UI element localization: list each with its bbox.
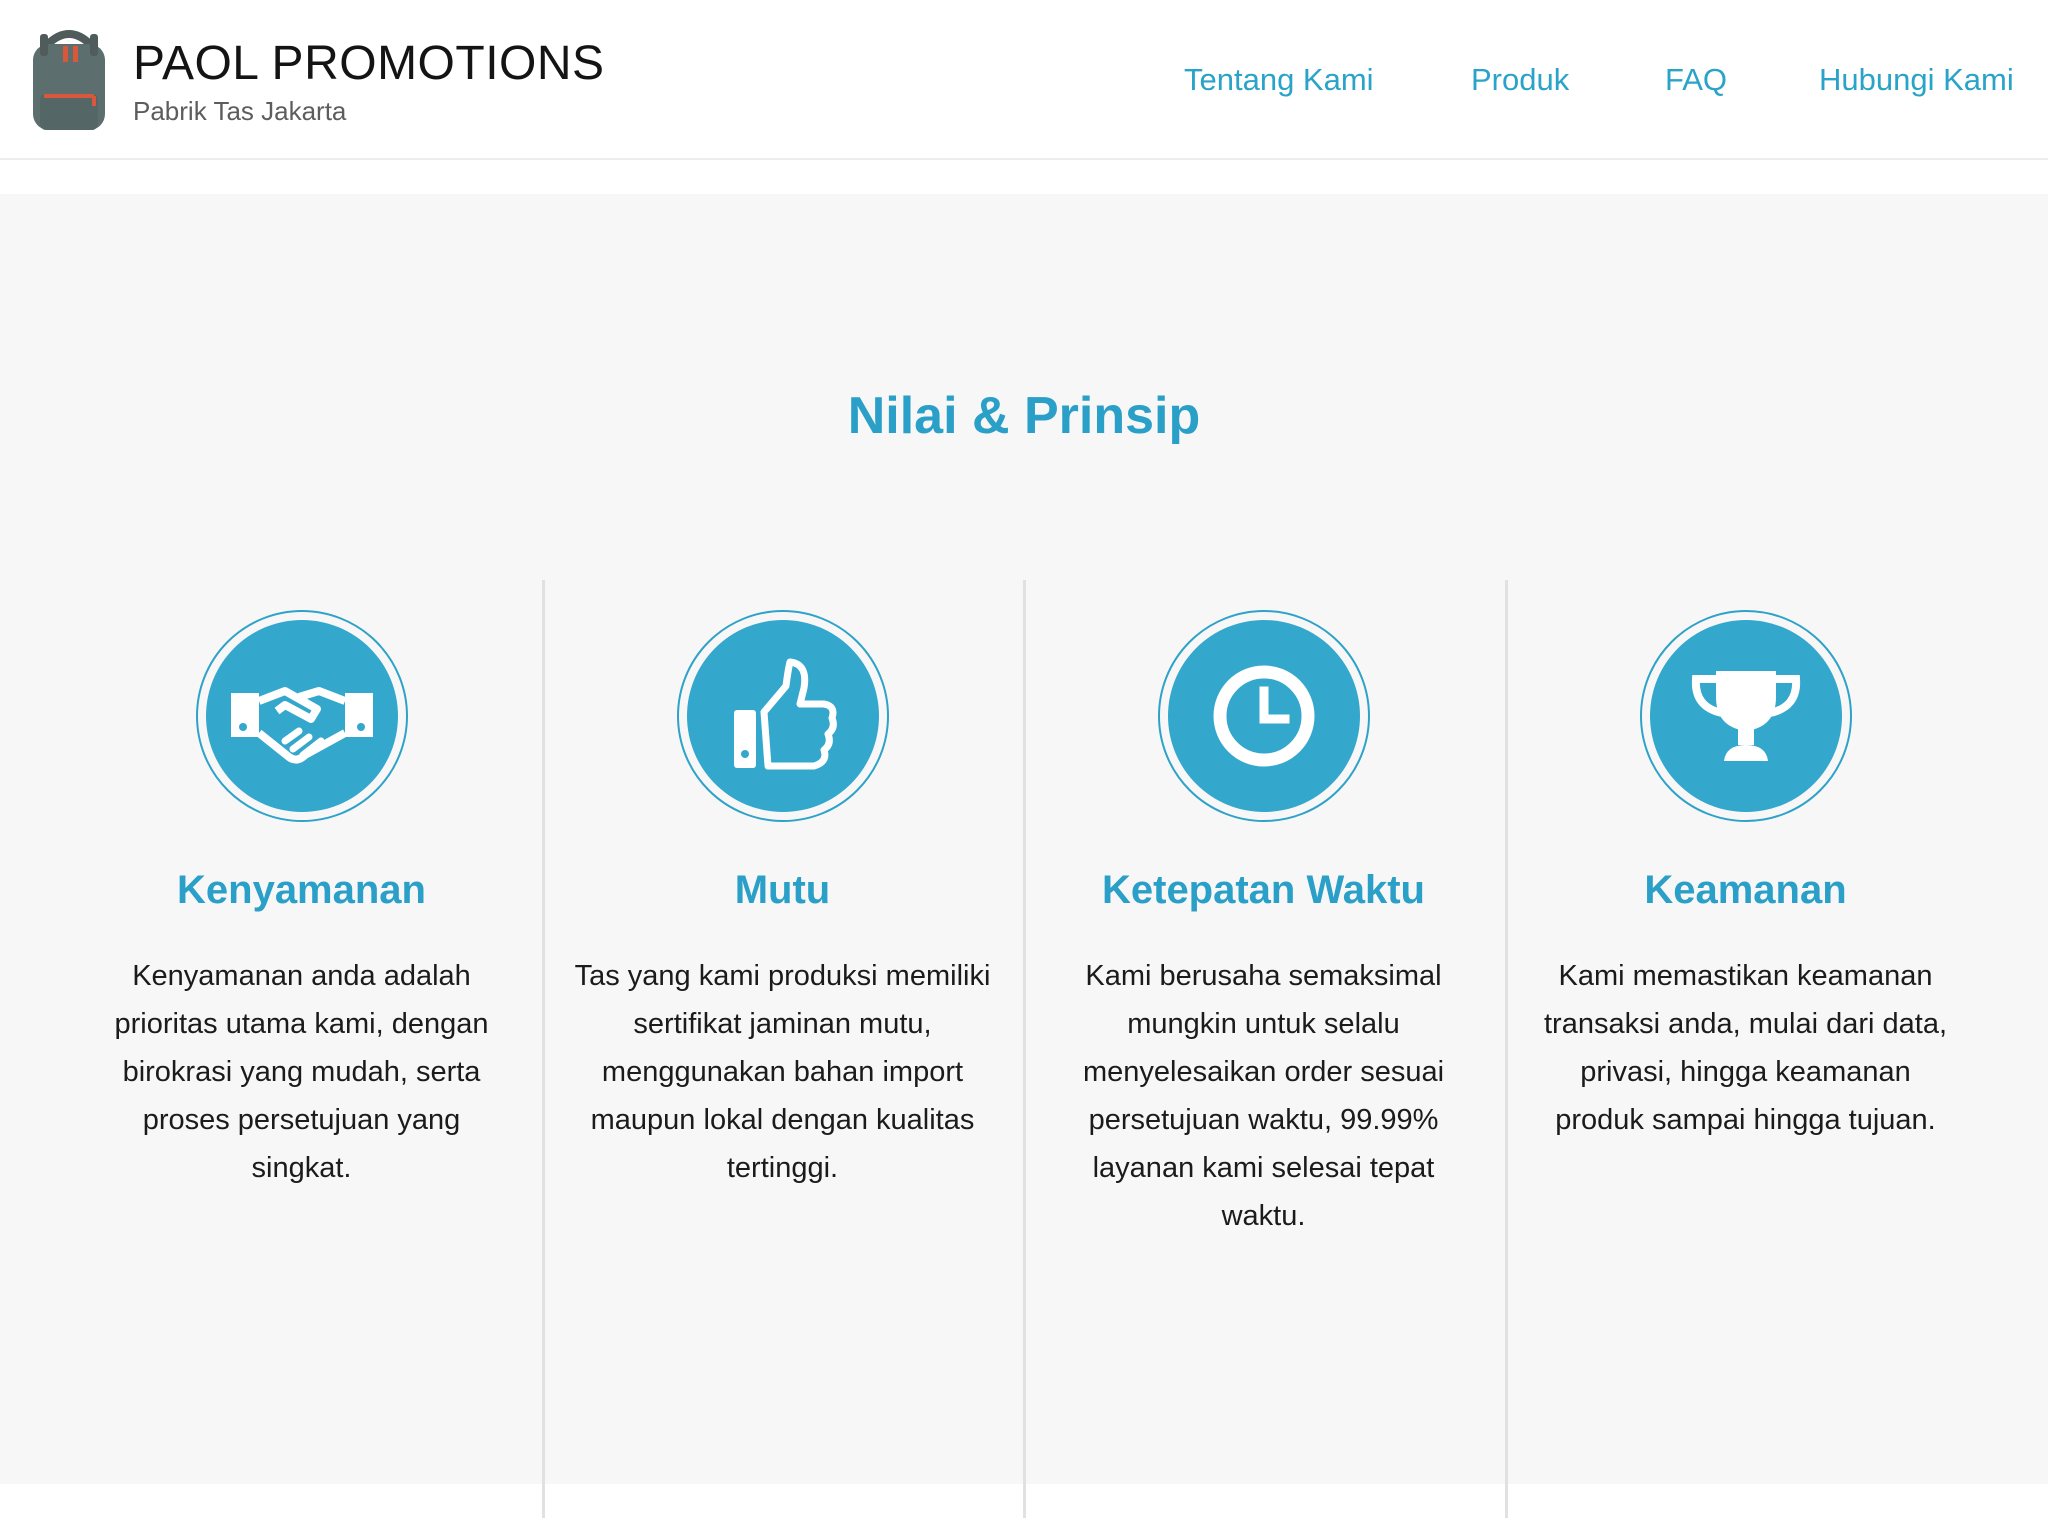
values-section: Nilai & Prinsip Kenyamanan Kenyamanan an…	[0, 194, 2048, 1518]
icon-ring	[677, 610, 889, 822]
value-title: Keamanan	[1644, 868, 1847, 912]
nav-link-tentang-kami[interactable]: Tentang Kami	[1184, 62, 1374, 98]
handshake-icon	[231, 687, 373, 764]
icon-ring	[1640, 610, 1852, 822]
nav-link-produk[interactable]: Produk	[1471, 62, 1569, 98]
icon-circle	[687, 620, 879, 812]
icon-ring	[1158, 610, 1370, 822]
brand-subtitle: Pabrik Tas Jakarta	[133, 96, 347, 126]
value-description: Kenyamanan anda adalah prioritas utama k…	[114, 960, 489, 1184]
value-description: Kami berusaha semaksimal mungkin untuk s…	[1082, 960, 1445, 1232]
icon-circle	[1650, 620, 1842, 812]
value-description: Kami memastikan keamanan transaksi anda,…	[1544, 960, 1947, 1136]
value-description: Tas yang kami produksi memiliki sertifik…	[574, 960, 991, 1184]
thumbs-up-icon	[734, 658, 837, 770]
value-card-keamanan: Keamanan Kami memastikan keamanan transa…	[1505, 610, 1986, 1510]
backpack-icon[interactable]	[30, 28, 108, 132]
trophy-icon	[1691, 671, 1801, 761]
value-card-kenyamanan: Kenyamanan Kenyamanan anda adalah priori…	[61, 610, 542, 1510]
icon-circle	[206, 620, 398, 812]
clock-icon	[1213, 665, 1315, 767]
value-card-ketepatan-waktu: Ketepatan Waktu Kami berusaha semaksimal…	[1023, 610, 1504, 1510]
value-card-mutu: Mutu Tas yang kami produksi memiliki ser…	[542, 610, 1023, 1510]
value-title: Kenyamanan	[177, 868, 426, 912]
value-title: Mutu	[734, 868, 831, 912]
icon-circle	[1168, 620, 1360, 812]
section-title: Nilai & Prinsip	[847, 387, 1201, 445]
brand-title[interactable]: PAOL PROMOTIONS	[133, 36, 605, 91]
icon-ring	[196, 610, 408, 822]
value-title: Ketepatan Waktu	[1101, 868, 1425, 912]
nav-link-faq[interactable]: FAQ	[1665, 62, 1727, 98]
nav-link-hubungi-kami[interactable]: Hubungi Kami	[1819, 62, 2014, 98]
site-header: PAOL PROMOTIONS Pabrik Tas Jakarta Tenta…	[0, 0, 2048, 160]
